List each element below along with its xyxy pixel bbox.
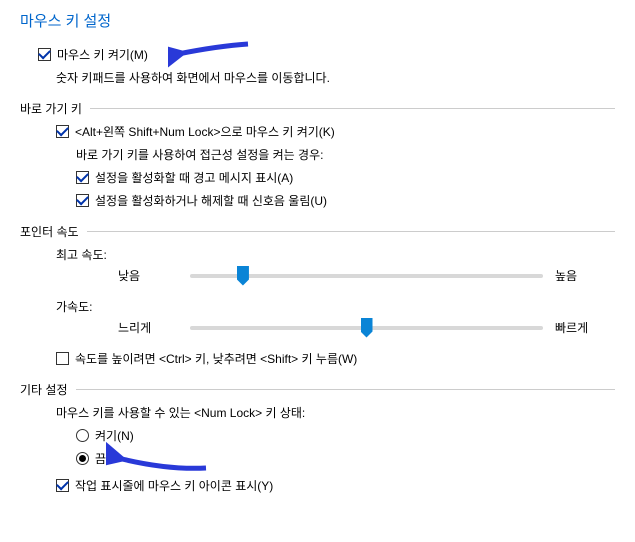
numlock-desc: 마우스 키를 사용할 수 있는 <Num Lock> 키 상태: [56, 404, 615, 421]
tray-icon-checkbox[interactable] [56, 479, 69, 492]
numlock-on-label: 켜기(N) [95, 427, 134, 444]
accel-slider[interactable] [190, 326, 543, 330]
topspeed-low-label: 낮음 [118, 267, 178, 284]
topspeed-high-label: 높음 [555, 267, 615, 284]
divider [76, 389, 616, 390]
mousekeys-description: 숫자 키패드를 사용하여 화면에서 마우스를 이동합니다. [56, 69, 615, 86]
accel-fast-label: 빠르게 [555, 319, 615, 336]
other-group-label: 기타 설정 [20, 381, 68, 398]
numlock-off-label: 끔 [95, 450, 106, 467]
mousekeys-enable-checkbox[interactable] [38, 48, 51, 61]
divider [90, 108, 615, 109]
numlock-off-radio[interactable] [76, 452, 89, 465]
speed-ctrlshift-label: 속도를 높이려면 <Ctrl> 키, 낮추려면 <Shift> 키 누름(W) [75, 350, 357, 367]
accel-thumb[interactable] [361, 318, 373, 338]
numlock-on-radio[interactable] [76, 429, 89, 442]
annotation-arrow-bottom [106, 440, 216, 480]
topspeed-label: 최고 속도: [56, 246, 615, 263]
speed-ctrlshift-checkbox[interactable] [56, 352, 69, 365]
shortcut-sound-label: 설정을 활성화하거나 해제할 때 신호음 울림(U) [95, 192, 327, 209]
shortcut-warn-checkbox[interactable] [76, 171, 89, 184]
speed-group-label: 포인터 속도 [20, 223, 79, 240]
annotation-arrow-top [168, 34, 258, 74]
page-title: 마우스 키 설정 [20, 10, 615, 31]
accel-label: 가속도: [56, 298, 615, 315]
shortcut-sub-desc: 바로 가기 키를 사용하여 접근성 설정을 켜는 경우: [76, 146, 615, 163]
tray-icon-label: 작업 표시줄에 마우스 키 아이콘 표시(Y) [75, 477, 273, 494]
divider [87, 231, 615, 232]
shortcut-sound-checkbox[interactable] [76, 194, 89, 207]
topspeed-thumb[interactable] [237, 266, 249, 286]
shortcut-altshift-label: <Alt+왼쪽 Shift+Num Lock>으로 마우스 키 켜기(K) [75, 123, 335, 140]
shortcut-warn-label: 설정을 활성화할 때 경고 메시지 표시(A) [95, 169, 293, 186]
shortcut-group-label: 바로 가기 키 [20, 100, 82, 117]
topspeed-slider[interactable] [190, 274, 543, 278]
accel-slow-label: 느리게 [118, 319, 178, 336]
mousekeys-enable-label: 마우스 키 켜기(M) [57, 46, 148, 63]
shortcut-altshift-checkbox[interactable] [56, 125, 69, 138]
